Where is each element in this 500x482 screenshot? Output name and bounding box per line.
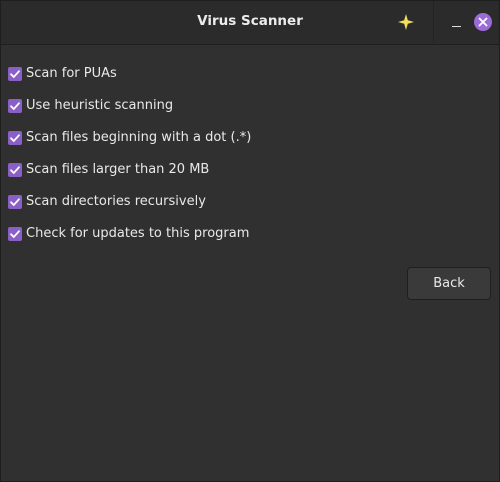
option-scan-puas[interactable]: Scan for PUAs: [8, 65, 251, 97]
option-scan-recursively[interactable]: Scan directories recursively: [8, 193, 251, 225]
checkbox-checked-icon[interactable]: [8, 99, 22, 113]
checkbox-checked-icon[interactable]: [8, 163, 22, 177]
option-label: Scan directories recursively: [26, 194, 206, 209]
option-label: Scan files larger than 20 MB: [26, 162, 210, 177]
checkbox-checked-icon[interactable]: [8, 131, 22, 145]
option-check-updates[interactable]: Check for updates to this program: [8, 225, 251, 257]
option-label: Scan files beginning with a dot (.*): [26, 130, 252, 145]
virus-scanner-window: Virus Scanner Scan for PUAs Use heuristi: [0, 0, 500, 482]
checkbox-checked-icon[interactable]: [8, 227, 22, 241]
back-button[interactable]: Back: [407, 267, 491, 300]
title-bar: Virus Scanner: [1, 1, 499, 45]
titlebar-separator: [433, 1, 434, 45]
checkbox-checked-icon[interactable]: [8, 67, 22, 81]
options-list: Scan for PUAs Use heuristic scanning Sca…: [8, 65, 251, 257]
option-heuristic-scanning[interactable]: Use heuristic scanning: [8, 97, 251, 129]
option-label: Check for updates to this program: [26, 226, 250, 241]
option-scan-large-files[interactable]: Scan files larger than 20 MB: [8, 161, 251, 193]
option-label: Scan for PUAs: [26, 66, 117, 81]
option-scan-dotfiles[interactable]: Scan files beginning with a dot (.*): [8, 129, 251, 161]
option-label: Use heuristic scanning: [26, 98, 174, 113]
minimize-icon[interactable]: [447, 13, 467, 33]
close-icon[interactable]: [474, 13, 492, 31]
sparkle-icon[interactable]: [396, 12, 416, 32]
checkbox-checked-icon[interactable]: [8, 195, 22, 209]
window-title: Virus Scanner: [197, 13, 303, 29]
